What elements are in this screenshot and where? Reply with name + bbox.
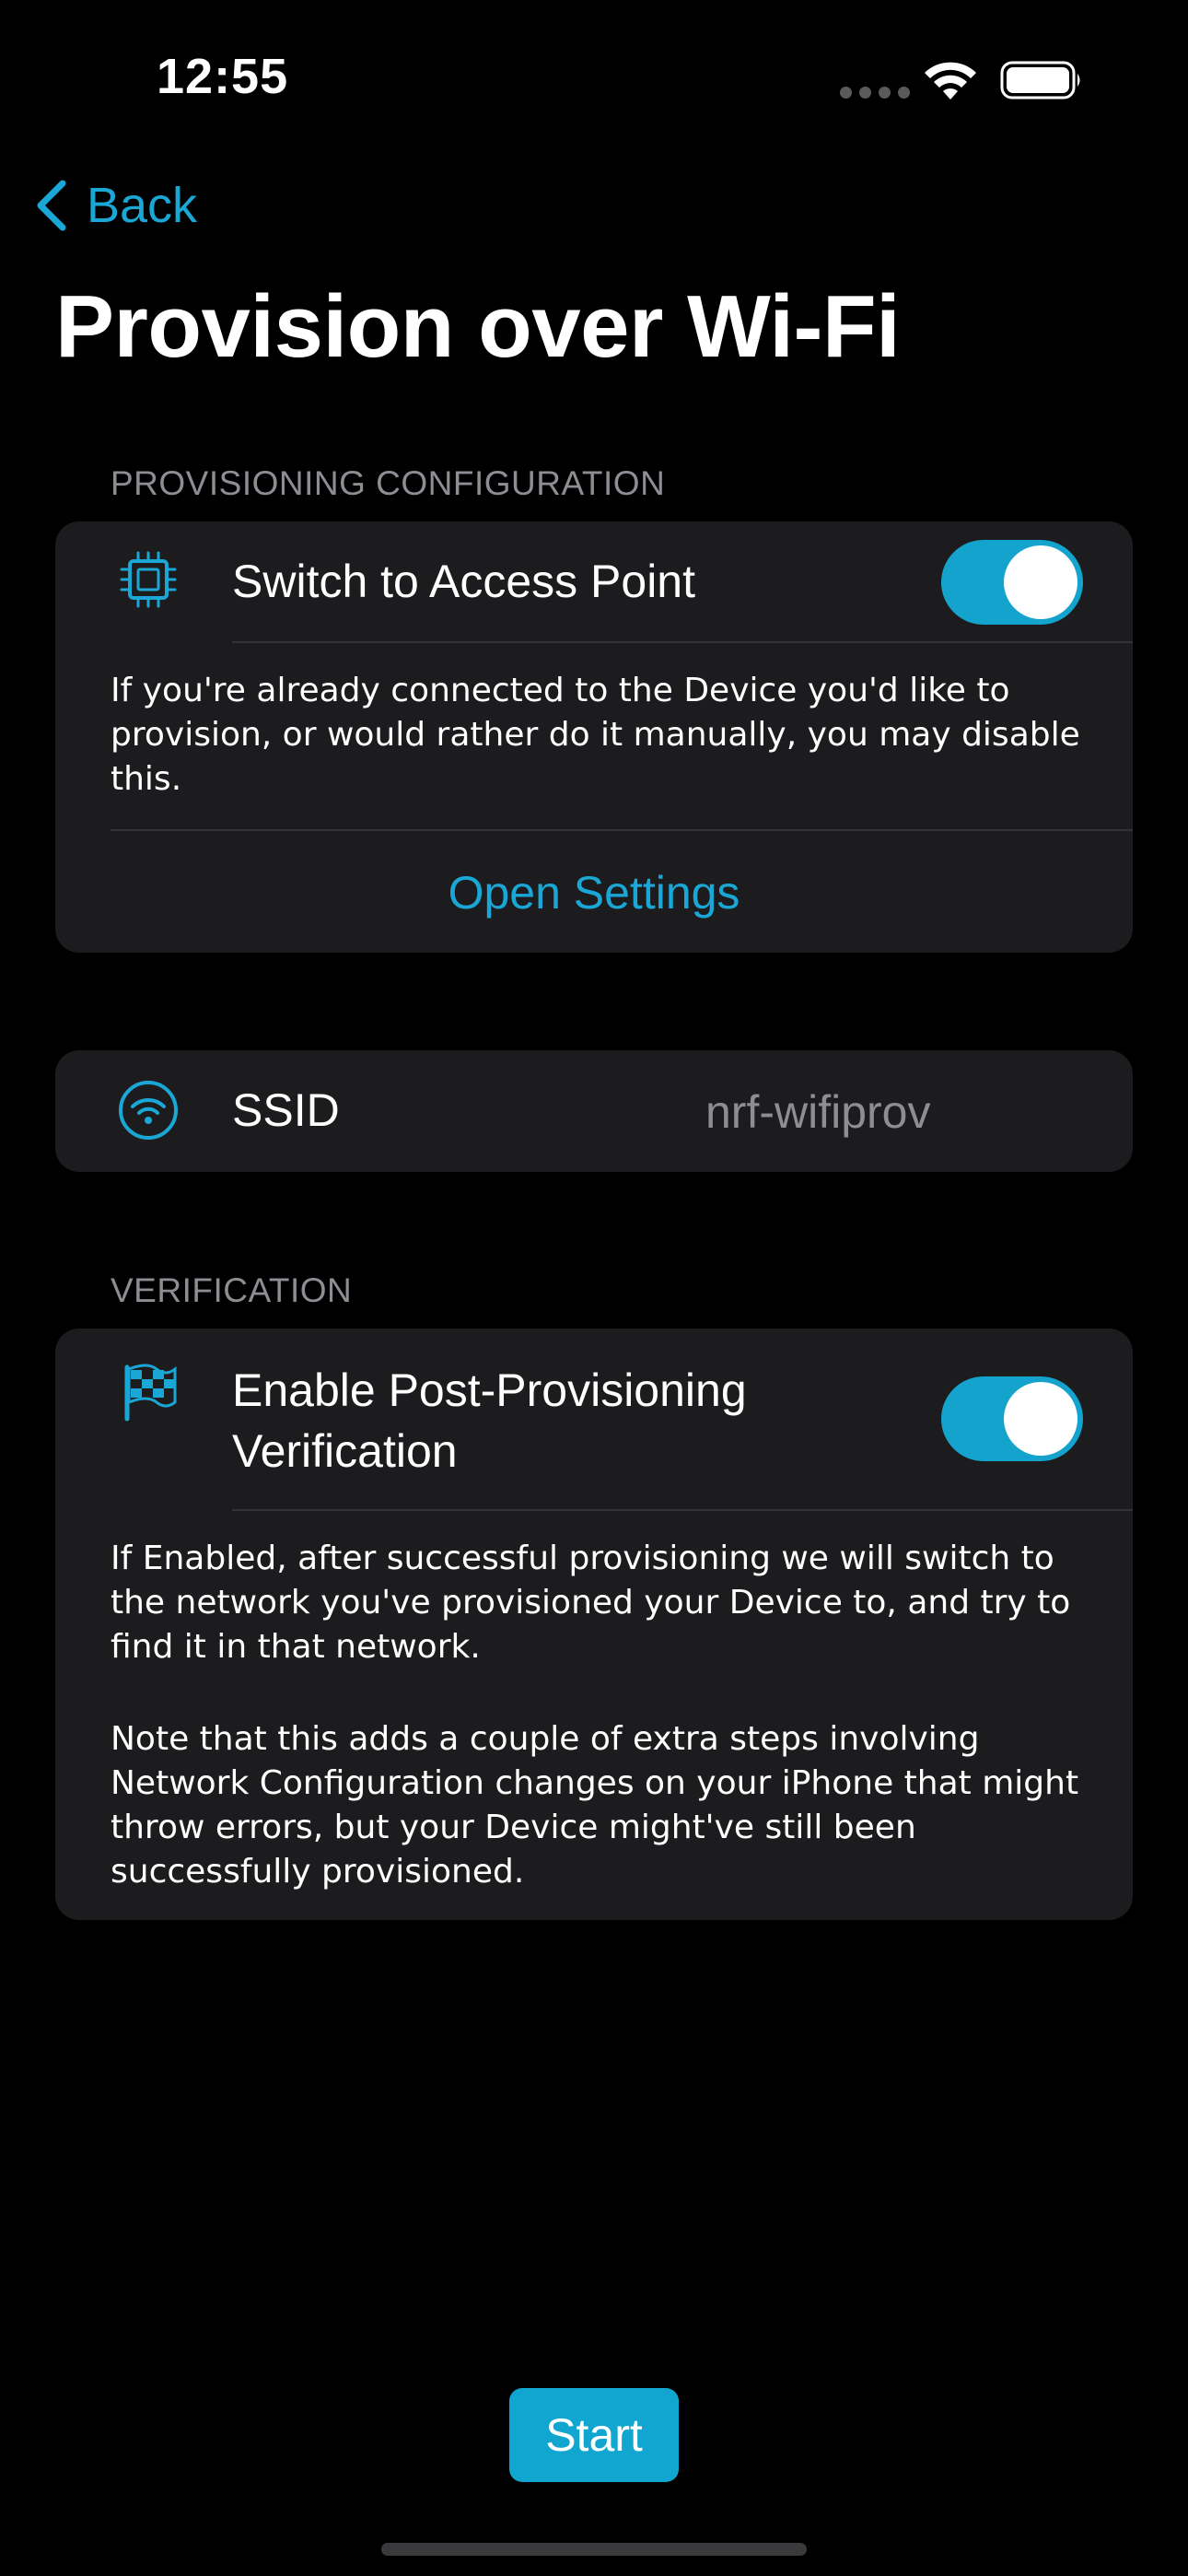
battery-icon [1000,61,1080,100]
home-indicator [381,2543,807,2556]
ssid-row[interactable]: SSID nrf-wifiprov [55,1050,1133,1172]
switch-access-point-label: Switch to Access Point [232,556,696,607]
open-settings-button[interactable]: Open Settings [55,866,1133,919]
verification-toggle[interactable] [941,1376,1083,1461]
start-button[interactable]: Start [509,2388,679,2482]
verification-card: Enable Post-Provisioning Verification If… [55,1329,1133,1920]
back-button[interactable]: Back [33,177,197,234]
ssid-value: nrf-wifiprov [705,1086,931,1138]
divider [111,829,1133,831]
cellular-signal-icon [840,87,910,99]
access-point-toggle[interactable] [941,540,1083,625]
checkered-flag-icon [124,1364,177,1422]
chip-icon [120,551,177,608]
toggle-knob [1004,1382,1077,1456]
ssid-label: SSID [232,1084,340,1136]
verification-description-2: Note that this adds a couple of extra st… [111,1720,1079,1891]
access-point-description: If you're already connected to the Devic… [111,672,1080,798]
divider [232,641,1133,643]
provisioning-card: Switch to Access Point If you're already… [55,521,1133,953]
wifi-status-icon [925,62,976,100]
section-header-provisioning: PROVISIONING CONFIGURATION [111,464,666,502]
wifi-icon [119,1081,178,1140]
back-label: Back [87,178,198,233]
divider [232,1509,1133,1511]
verification-label-line1: Enable Post-Provisioning [232,1364,747,1416]
status-time: 12:55 [157,49,289,104]
verification-description-1: If Enabled, after successful provisionin… [111,1540,1071,1666]
page-title: Provision over Wi-Fi [55,277,901,376]
toggle-knob [1004,545,1077,619]
section-header-verification: VERIFICATION [111,1271,353,1309]
verification-label-line2: Verification [232,1425,458,1477]
chevron-left-icon [37,180,66,231]
